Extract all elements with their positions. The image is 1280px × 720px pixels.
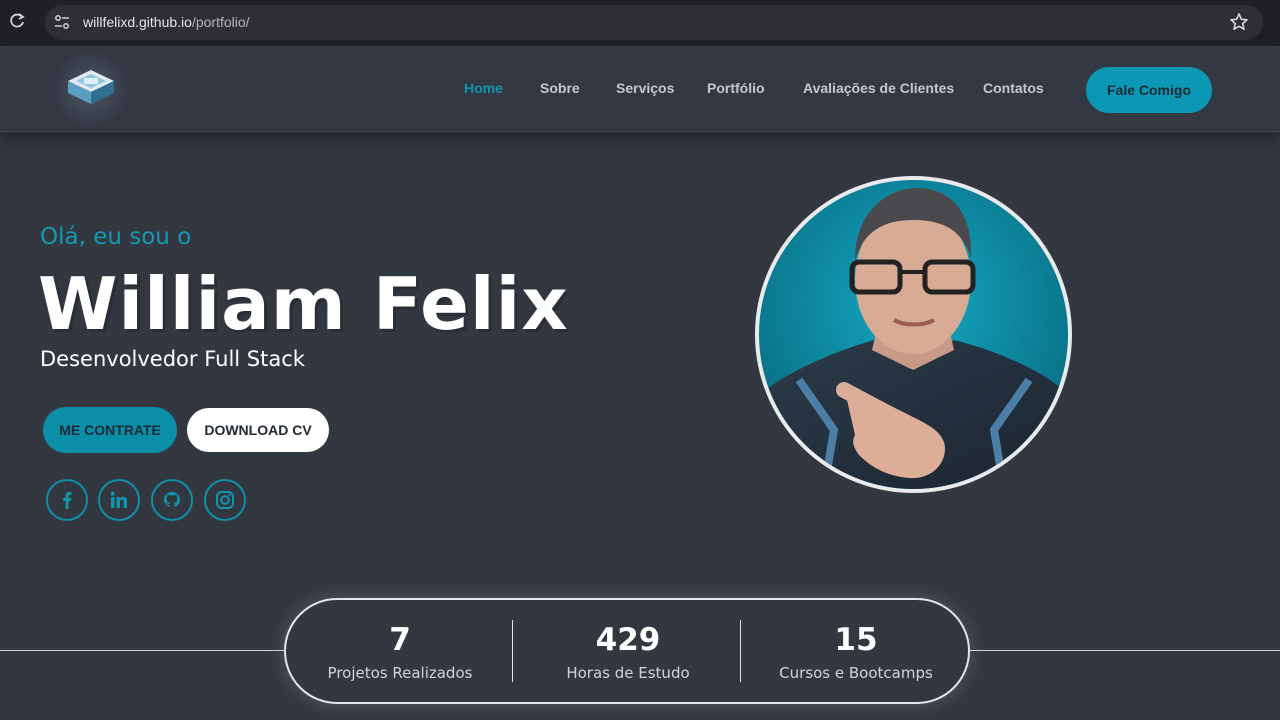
stat-number: 429	[595, 622, 661, 658]
nav-contatos[interactable]: Contatos	[983, 80, 1044, 96]
nav-home[interactable]: Home	[464, 80, 503, 96]
nav-avaliacoes[interactable]: Avaliações de Clientes	[803, 80, 954, 96]
fale-comigo-button[interactable]: Fale Comigo	[1086, 67, 1212, 113]
hero-role: Desenvolvedor Full Stack	[40, 347, 305, 371]
profile-photo-illustration	[759, 188, 1068, 489]
instagram-link[interactable]	[204, 479, 246, 521]
stat-divider	[740, 620, 741, 682]
download-cv-button[interactable]: DOWNLOAD CV	[187, 408, 329, 452]
profile-photo	[755, 176, 1072, 493]
linkedin-icon	[110, 491, 127, 508]
stat-number: 15	[834, 622, 878, 658]
stat-label: Horas de Estudo	[566, 664, 690, 682]
nav-servicos[interactable]: Serviços	[616, 80, 674, 96]
linkedin-link[interactable]	[98, 479, 140, 521]
stat-divider	[512, 620, 513, 682]
stat-number: 7	[389, 622, 411, 658]
hire-button[interactable]: ME CONTRATE	[43, 407, 177, 453]
address-bar[interactable]: willfelixd.github.io/portfolio/	[45, 5, 1263, 40]
bookmark-star-icon[interactable]	[1229, 12, 1249, 32]
hero-greeting: Olá, eu sou o	[40, 224, 192, 250]
url-domain: willfelixd.github.io	[83, 14, 192, 30]
facebook-link[interactable]	[46, 479, 88, 521]
browser-toolbar: willfelixd.github.io/portfolio/	[0, 0, 1280, 46]
instagram-icon	[216, 491, 234, 509]
hero-name: William Felix	[38, 262, 569, 346]
stat-courses: 15 Cursos e Bootcamps	[742, 600, 970, 702]
github-icon	[164, 492, 180, 507]
stat-label: Projetos Realizados	[327, 664, 473, 682]
url-path: /portfolio/	[191, 14, 250, 30]
reload-icon[interactable]	[7, 11, 27, 31]
stat-projects: 7 Projetos Realizados	[286, 600, 514, 702]
github-link[interactable]	[151, 479, 193, 521]
facebook-icon	[63, 492, 72, 509]
nav-portfolio[interactable]: Portfólio	[707, 80, 765, 96]
site-header: Home Sobre Serviços Portfólio Avaliações…	[0, 46, 1280, 132]
stat-label: Cursos e Bootcamps	[779, 664, 933, 682]
stat-study-hours: 429 Horas de Estudo	[514, 600, 742, 702]
site-info-icon[interactable]	[53, 13, 71, 31]
url-text[interactable]: willfelixd.github.io/portfolio/	[83, 14, 250, 30]
nav-sobre[interactable]: Sobre	[540, 80, 580, 96]
stats-panel: 7 Projetos Realizados 429 Horas de Estud…	[284, 598, 970, 704]
